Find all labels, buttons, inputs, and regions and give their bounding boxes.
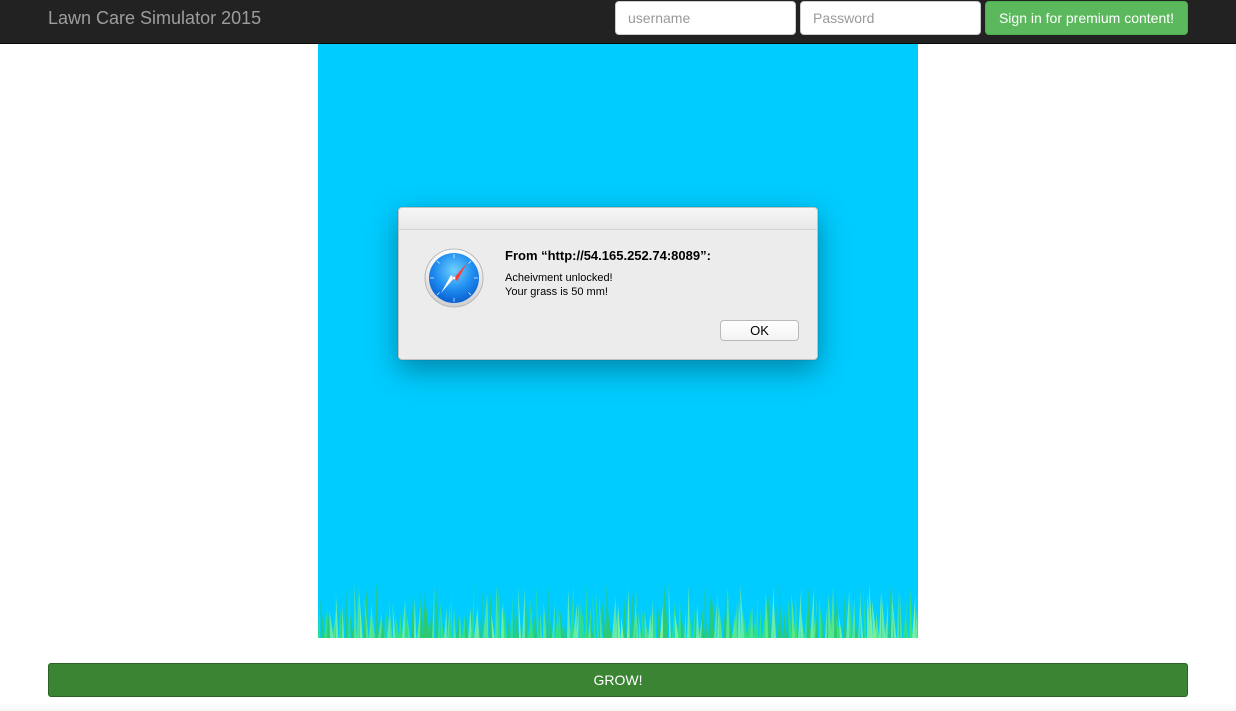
alert-heading: From “http://54.165.252.74:8089”: [505, 248, 711, 263]
alert-message-line-2: Your grass is 50 mm! [505, 286, 608, 298]
username-input[interactable] [615, 1, 796, 35]
grow-button[interactable]: GROW! [48, 663, 1188, 697]
ok-button[interactable]: OK [720, 320, 799, 341]
grass-strip [318, 582, 918, 638]
page-bottom-edge [0, 703, 1236, 711]
alert-message: Acheivment unlocked! Your grass is 50 mm… [505, 271, 613, 299]
top-navbar: Lawn Care Simulator 2015 Sign in for pre… [0, 0, 1236, 44]
alert-titlebar[interactable] [399, 208, 817, 230]
alert-dialog: From “http://54.165.252.74:8089”: Acheiv… [398, 207, 818, 360]
password-input[interactable] [800, 1, 981, 35]
alert-message-line-1: Acheivment unlocked! [505, 272, 613, 284]
signin-button[interactable]: Sign in for premium content! [985, 1, 1188, 35]
app-title[interactable]: Lawn Care Simulator 2015 [48, 8, 261, 28]
safari-compass-icon [424, 248, 484, 308]
